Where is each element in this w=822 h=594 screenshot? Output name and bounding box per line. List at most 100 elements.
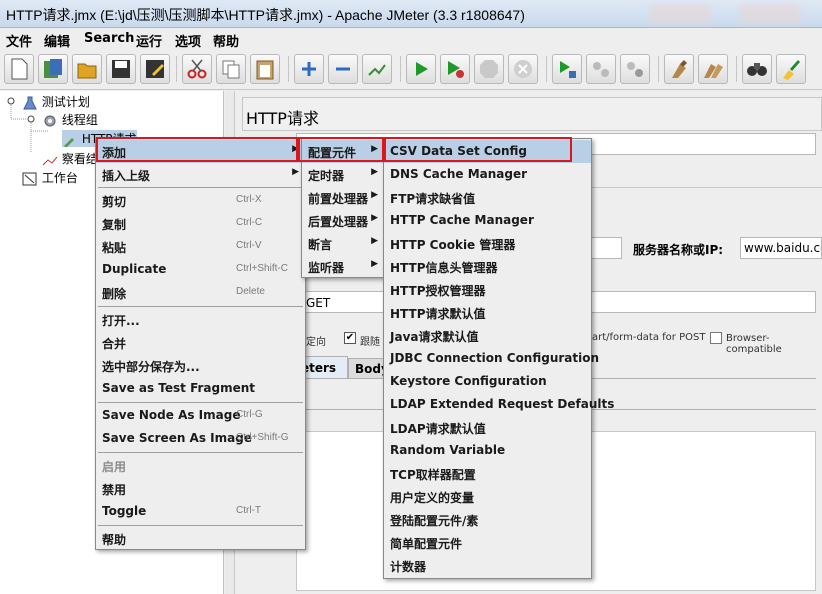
submenu-item-timer[interactable]: 定时器 ▶	[302, 163, 384, 186]
separator	[98, 187, 303, 188]
highlight-box-add	[96, 137, 300, 162]
config-item-keystore[interactable]: Keystore Configuration	[384, 370, 591, 393]
menu-item-toggle[interactable]: Toggle Ctrl-T	[96, 500, 305, 523]
menu-item-enable: 启用	[102, 460, 127, 474]
chart-icon	[42, 156, 58, 165]
shutdown-icon[interactable]	[508, 54, 538, 84]
follow-redirects-checkbox[interactable]: ✔	[344, 332, 356, 344]
server-field[interactable]: www.baidu.co	[740, 237, 822, 259]
remote-stop-icon[interactable]	[586, 54, 616, 84]
menu-item-duplicate[interactable]: Duplicate Ctrl+Shift-C	[96, 258, 305, 281]
config-item-jdbc[interactable]: JDBC Connection Configuration	[384, 347, 599, 370]
start-no-pause-icon[interactable]	[440, 54, 470, 84]
browser-compatible-label: Browser-compatible	[726, 333, 782, 355]
flask-icon	[23, 96, 37, 109]
config-item-login-config[interactable]: 登陆配置元件/素	[384, 508, 591, 531]
separator	[98, 402, 303, 403]
menu-item-disable[interactable]: 禁用	[96, 477, 305, 500]
submenu-item-assertion[interactable]: 断言 ▶	[302, 232, 384, 255]
menu-item-copy[interactable]: 复制 Ctrl-C	[96, 212, 305, 235]
highlight-box-csv	[384, 137, 572, 162]
menu-search[interactable]: Search	[84, 31, 134, 46]
tree-node-results-viewer[interactable]: 察看结	[42, 150, 98, 167]
save-as-icon[interactable]	[140, 54, 170, 84]
server-label: 服务器名称或IP:	[633, 243, 724, 257]
menu-file[interactable]: 文件	[6, 31, 32, 50]
method-select[interactable]: GET	[306, 296, 330, 310]
clear-all-icon[interactable]	[698, 54, 728, 84]
config-item-ftp-defaults[interactable]: FTP请求缺省值	[384, 186, 591, 209]
separator	[98, 306, 303, 307]
menu-item-delete[interactable]: 删除 Delete	[96, 281, 305, 304]
config-item-counter[interactable]: 计数器	[384, 554, 591, 577]
config-item-http-cache[interactable]: HTTP Cache Manager	[384, 209, 591, 232]
menu-item-save-screen-image[interactable]: Save Screen As Image Ctrl+Shift-G	[96, 427, 305, 450]
follow-label: 跟随	[360, 337, 380, 348]
search-icon[interactable]	[742, 54, 772, 84]
config-item-ldap-extended[interactable]: LDAP Extended Request Defaults	[384, 393, 614, 416]
tree-node-test-plan[interactable]: 测试计划	[22, 93, 90, 110]
menu-item-save-node-image[interactable]: Save Node As Image Ctrl-G	[96, 404, 305, 427]
menu-item-insert-parent[interactable]: 插入上级 ▶	[96, 163, 305, 186]
menu-item-open[interactable]: 打开...	[96, 308, 305, 331]
menu-run[interactable]: 运行	[136, 31, 162, 50]
tree-node-thread-group[interactable]: 线程组	[42, 111, 98, 128]
config-item-http-auth[interactable]: HTTP授权管理器	[384, 278, 591, 301]
tree-node-workbench[interactable]: 工作台	[22, 169, 78, 186]
config-item-http-header[interactable]: HTTP信息头管理器	[384, 255, 591, 278]
menu-item-cut[interactable]: 剪切 Ctrl-X	[96, 189, 305, 212]
menu-item-merge[interactable]: 合并	[96, 331, 305, 354]
open-icon[interactable]	[72, 54, 102, 84]
blurred-area	[650, 4, 710, 24]
page-title: HTTP请求	[246, 109, 319, 128]
submenu-item-listener[interactable]: 监听器 ▶	[302, 255, 384, 278]
cut-icon[interactable]	[182, 54, 212, 84]
new-icon[interactable]	[4, 54, 34, 84]
pipette-icon	[64, 137, 74, 148]
remote-start-icon[interactable]	[552, 54, 582, 84]
menu-item-save-selection[interactable]: 选中部分保存为...	[96, 354, 305, 377]
config-item-ldap-defaults[interactable]: LDAP请求默认值	[384, 416, 591, 439]
remote-shutdown-icon[interactable]	[620, 54, 650, 84]
submenu-item-preprocessor[interactable]: 前置处理器 ▶	[302, 186, 384, 209]
config-item-java-defaults[interactable]: Java请求默认值	[384, 324, 591, 347]
save-icon[interactable]	[106, 54, 136, 84]
config-item-http-defaults[interactable]: HTTP请求默认值	[384, 301, 591, 324]
menu-item-paste[interactable]: 粘贴 Ctrl-V	[96, 235, 305, 258]
menu-item-save-test-fragment[interactable]: Save as Test Fragment	[96, 377, 305, 400]
redirect-label: 定向	[306, 337, 326, 348]
expand-icon[interactable]	[294, 54, 324, 84]
toolbar	[0, 50, 822, 90]
workbench-icon	[22, 172, 37, 185]
paste-icon[interactable]	[250, 54, 280, 84]
config-item-user-variables[interactable]: 用户定义的变量	[384, 485, 591, 508]
start-icon[interactable]	[406, 54, 436, 84]
window-title: HTTP请求.jmx (E:\jd\压测\压测脚本\HTTP请求.jmx) - …	[6, 7, 525, 23]
browser-compatible-checkbox[interactable]	[710, 332, 722, 344]
submenu-item-postprocessor[interactable]: 后置处理器 ▶	[302, 209, 384, 232]
menu-options[interactable]: 选项	[175, 31, 201, 50]
config-item-simple-config[interactable]: 简单配置元件	[384, 531, 591, 554]
separator	[98, 452, 303, 453]
config-item-http-cookie[interactable]: HTTP Cookie 管理器	[384, 232, 591, 255]
config-item-random-variable[interactable]: Random Variable	[384, 439, 591, 462]
reset-search-icon[interactable]	[776, 54, 806, 84]
config-item-dns-cache[interactable]: DNS Cache Manager	[384, 163, 591, 186]
menu-item-help[interactable]: 帮助	[96, 527, 305, 550]
separator	[98, 525, 303, 526]
collapse-icon[interactable]	[328, 54, 358, 84]
menu-help[interactable]: 帮助	[213, 31, 239, 50]
gear-icon	[44, 115, 56, 126]
copy-icon[interactable]	[216, 54, 246, 84]
context-menu: 添加 ▶ 插入上级 ▶ 剪切 Ctrl-X 复制 Ctrl-C 粘贴 Ctrl-V Dup…	[95, 138, 306, 550]
blurred-area	[740, 4, 800, 24]
title-box	[242, 97, 822, 131]
stop-icon[interactable]	[474, 54, 504, 84]
clear-icon[interactable]	[664, 54, 694, 84]
templates-icon[interactable]	[38, 54, 68, 84]
toggle-icon[interactable]	[362, 54, 392, 84]
menu-edit[interactable]: 编辑	[44, 31, 70, 50]
config-item-tcp-sampler[interactable]: TCP取样器配置	[384, 462, 591, 485]
multipart-label: art/form-data for POST	[592, 332, 706, 343]
tree-label: 察看结	[61, 152, 98, 166]
